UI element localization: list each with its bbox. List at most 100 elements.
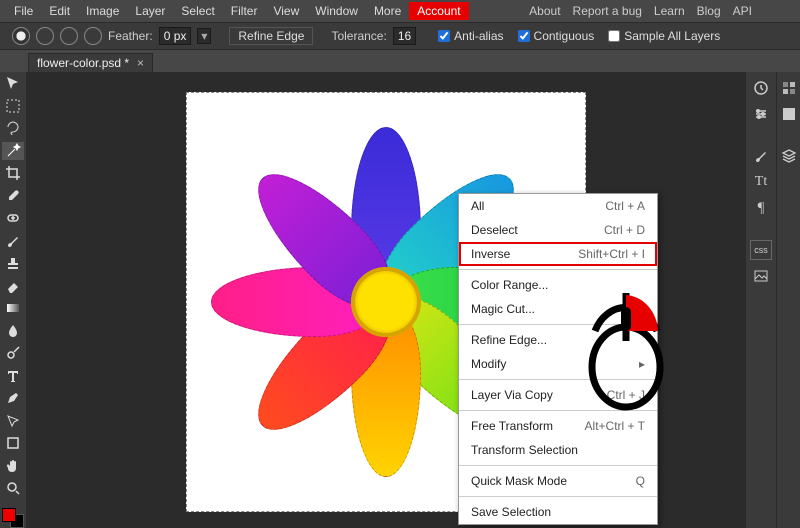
- menu-separator: [459, 496, 657, 497]
- ctx-transform-selection[interactable]: Transform Selection: [459, 438, 657, 462]
- properties-panel-icon[interactable]: [779, 104, 799, 124]
- ctx-item-label: Modify: [471, 357, 506, 371]
- ctx-item-label: Color Range...: [471, 278, 548, 292]
- help-api[interactable]: API: [727, 2, 758, 20]
- document-tab[interactable]: flower-color.psd * ×: [28, 53, 153, 72]
- tool-rect-select[interactable]: [2, 97, 24, 116]
- feather-caret-icon[interactable]: ▾: [197, 28, 211, 44]
- tool-gradient[interactable]: [2, 299, 24, 318]
- fg-color-swatch[interactable]: [2, 508, 16, 522]
- ctx-item-label: Transform Selection: [471, 443, 578, 457]
- menu-more[interactable]: More: [366, 2, 409, 20]
- css-panel-icon[interactable]: css: [750, 240, 772, 260]
- tool-lasso[interactable]: [2, 119, 24, 138]
- tool-magic-wand[interactable]: [2, 142, 24, 161]
- ctx-item-label: Deselect: [471, 223, 518, 237]
- ctx-item-shortcut: Ctrl + A: [605, 199, 645, 213]
- ctx-item-label: Layer Via Copy: [471, 388, 553, 402]
- tool-dodge[interactable]: [2, 344, 24, 363]
- menu-file[interactable]: File: [6, 2, 41, 20]
- tool-type[interactable]: [2, 367, 24, 386]
- ctx-item-label: Save Selection: [471, 505, 551, 519]
- feather-label: Feather:: [108, 29, 153, 43]
- feather-input[interactable]: 0 px: [159, 27, 192, 45]
- ctx-item-label: All: [471, 199, 484, 213]
- ctx-item-shortcut: Alt+Ctrl + T: [585, 419, 645, 433]
- swatches-panel-icon[interactable]: [779, 78, 799, 98]
- twitter-icon[interactable]: [770, 9, 782, 13]
- tool-move[interactable]: [2, 74, 24, 93]
- color-swatches[interactable]: [2, 508, 24, 528]
- left-toolbar: [0, 72, 26, 528]
- adjustments-panel-icon[interactable]: [751, 104, 771, 124]
- paragraph-panel-icon[interactable]: ¶: [751, 198, 771, 218]
- document-tab-strip: flower-color.psd * ×: [0, 50, 800, 72]
- ctx-free-transform[interactable]: Free Transform Alt+Ctrl + T: [459, 414, 657, 438]
- refine-edge-button[interactable]: Refine Edge: [229, 27, 313, 45]
- tool-pen[interactable]: [2, 389, 24, 408]
- fullscreen-icon[interactable]: [481, 9, 493, 13]
- menu-layer[interactable]: Layer: [127, 2, 173, 20]
- anti-alias-checkbox[interactable]: Anti-alias: [434, 29, 507, 43]
- tolerance-input[interactable]: 16: [393, 27, 416, 45]
- ctx-all[interactable]: All Ctrl + A: [459, 194, 657, 218]
- layers-panel-icon[interactable]: [779, 146, 799, 166]
- tool-eraser[interactable]: [2, 277, 24, 296]
- tool-blur[interactable]: [2, 322, 24, 341]
- menu-bar: File Edit Image Layer Select Filter View…: [0, 0, 800, 22]
- help-learn[interactable]: Learn: [648, 2, 691, 20]
- tool-shape[interactable]: [2, 434, 24, 453]
- menu-account[interactable]: Account: [409, 2, 468, 20]
- ctx-quick-mask-mode[interactable]: Quick Mask Mode Q: [459, 469, 657, 493]
- tool-eyedropper[interactable]: [2, 187, 24, 206]
- close-icon[interactable]: ×: [137, 56, 144, 70]
- sample-all-checkbox[interactable]: Sample All Layers: [604, 29, 724, 43]
- ctx-item-shortcut: Shift+Ctrl + I: [578, 247, 645, 261]
- reddit-icon[interactable]: [758, 9, 770, 13]
- facebook-icon[interactable]: [782, 9, 794, 13]
- right-panel-col-b: [776, 72, 800, 528]
- tool-zoom[interactable]: [2, 479, 24, 498]
- selection-new-icon[interactable]: [12, 27, 30, 45]
- tool-crop[interactable]: [2, 164, 24, 183]
- menu-edit[interactable]: Edit: [41, 2, 78, 20]
- main-area: Tt ¶ css: [0, 72, 800, 528]
- options-bar: Feather: 0 px ▾ Refine Edge Tolerance: 1…: [0, 22, 800, 50]
- menu-view[interactable]: View: [265, 2, 307, 20]
- help-about[interactable]: About: [523, 2, 566, 20]
- help-blog[interactable]: Blog: [691, 2, 727, 20]
- selection-intersect-icon[interactable]: [84, 27, 102, 45]
- tool-path-select[interactable]: [2, 412, 24, 431]
- menu-filter[interactable]: Filter: [223, 2, 266, 20]
- ctx-inverse[interactable]: Inverse Shift+Ctrl + I: [459, 242, 657, 266]
- help-report[interactable]: Report a bug: [567, 2, 648, 20]
- ctx-item-label: Free Transform: [471, 419, 553, 433]
- history-panel-icon[interactable]: [751, 78, 771, 98]
- selection-subtract-icon[interactable]: [60, 27, 78, 45]
- ctx-item-label: Magic Cut...: [471, 302, 535, 316]
- brush-panel-icon[interactable]: [751, 146, 771, 166]
- tool-hand[interactable]: [2, 457, 24, 476]
- ctx-deselect[interactable]: Deselect Ctrl + D: [459, 218, 657, 242]
- contiguous-checkbox[interactable]: Contiguous: [514, 29, 599, 43]
- tool-healing[interactable]: [2, 209, 24, 228]
- menu-select[interactable]: Select: [173, 2, 222, 20]
- ctx-item-label: Inverse: [471, 247, 510, 261]
- ctx-item-label: Quick Mask Mode: [471, 474, 567, 488]
- selection-add-icon[interactable]: [36, 27, 54, 45]
- mouse-rightclick-annotation: [583, 289, 669, 411]
- image-assets-panel-icon[interactable]: [751, 266, 771, 286]
- menu-separator: [459, 269, 657, 270]
- flower-center: [351, 267, 421, 337]
- tool-brush[interactable]: [2, 232, 24, 251]
- menu-image[interactable]: Image: [78, 2, 127, 20]
- ctx-item-label: Refine Edge...: [471, 333, 547, 347]
- ctx-item-shortcut: Q: [636, 474, 645, 488]
- type-panel-icon[interactable]: Tt: [751, 172, 771, 192]
- tool-stamp[interactable]: [2, 254, 24, 273]
- menu-window[interactable]: Window: [307, 2, 366, 20]
- search-icon[interactable]: [469, 9, 481, 13]
- ctx-item-shortcut: Ctrl + D: [604, 223, 645, 237]
- right-panel-col-a: Tt ¶ css: [746, 72, 776, 528]
- ctx-save-selection[interactable]: Save Selection: [459, 500, 657, 524]
